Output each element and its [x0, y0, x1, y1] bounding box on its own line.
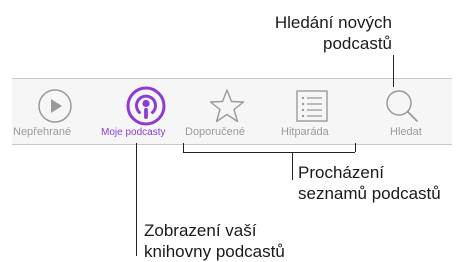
bracket-horizontal	[183, 152, 355, 153]
callout-browse-line-1: Procházení	[298, 163, 384, 182]
play-circle-icon	[38, 89, 72, 123]
list-icon	[296, 90, 328, 122]
tab-top-charts[interactable]: Hitparáda	[276, 79, 364, 144]
callout-library: Zobrazení vaší knihovny podcastů	[144, 220, 285, 262]
leader-line-search	[393, 55, 394, 87]
tab-unplayed-label: Nepřehrané	[13, 126, 72, 138]
leader-line-library	[136, 143, 137, 256]
tab-my-podcasts-label: Moje podcasty	[101, 127, 166, 138]
callout-browse-line-2: seznamů podcastů	[298, 184, 441, 203]
tab-top-charts-label: Hitparáda	[281, 126, 329, 138]
callout-search-line-1: Hledání nových	[274, 13, 392, 32]
callout-library-line-1: Zobrazení vaší	[144, 221, 257, 240]
tab-unplayed[interactable]: Nepřehrané	[12, 79, 100, 144]
tab-featured-label: Doporučené	[185, 126, 245, 138]
tab-featured[interactable]: Doporučené	[185, 79, 276, 144]
leader-line-browse	[292, 152, 293, 180]
tab-search[interactable]: Hledat	[364, 79, 452, 144]
callout-search: Hledání nových podcastů	[232, 12, 392, 54]
bracket-right-tick	[355, 143, 356, 152]
tab-bar: Nepřehrané Moje podcasty Doporučené Hitp…	[12, 78, 452, 145]
tab-search-label: Hledat	[390, 126, 422, 138]
star-icon	[209, 89, 245, 123]
callout-search-line-2: podcastů	[323, 34, 392, 53]
bracket-left-tick	[183, 143, 184, 152]
tab-my-podcasts[interactable]: Moje podcasty	[100, 79, 188, 144]
callout-browse: Procházení seznamů podcastů	[298, 162, 441, 204]
search-icon	[386, 90, 418, 122]
podcasts-icon	[126, 86, 166, 126]
